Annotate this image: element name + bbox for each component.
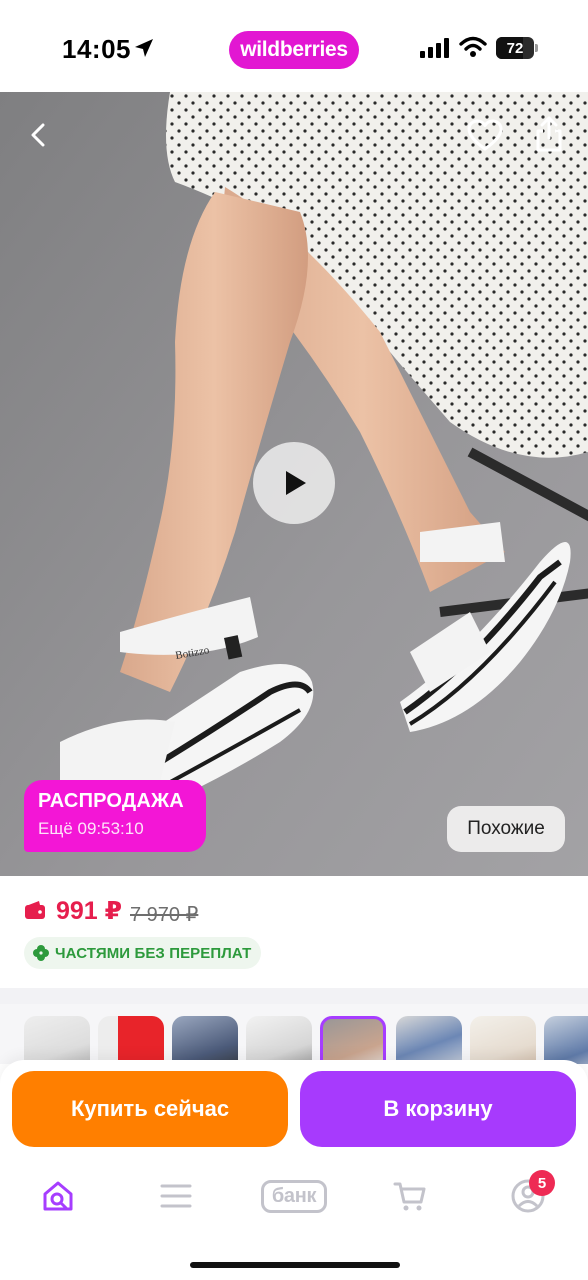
share-icon (536, 116, 562, 152)
sale-title: РАСПРОДАЖА (38, 790, 184, 812)
battery-icon: 72 (496, 37, 538, 59)
thumbnail-active[interactable] (320, 1016, 386, 1064)
back-icon (31, 123, 45, 147)
menu-icon (160, 1184, 192, 1208)
sale-timer: Ещё 09:53:10 (38, 819, 144, 838)
home-search-icon (43, 1181, 73, 1211)
buy-now-button[interactable]: Купить сейчас (12, 1071, 288, 1147)
tab-home[interactable] (26, 1174, 90, 1218)
heart-icon (467, 119, 503, 151)
purchase-action-bar: Купить сейчас В корзину (0, 1060, 588, 1160)
clover-icon (33, 945, 49, 961)
thumbnail[interactable] (172, 1016, 238, 1064)
add-to-cart-button[interactable]: В корзину (300, 1071, 576, 1147)
play-icon (286, 471, 306, 495)
tab-bank[interactable]: банк (254, 1174, 334, 1218)
tab-catalog[interactable] (144, 1174, 208, 1218)
thumbnail[interactable] (396, 1016, 462, 1064)
play-video-button[interactable] (253, 442, 335, 524)
back-button[interactable] (22, 117, 58, 153)
installment-badge[interactable]: ЧАСТЯМИ БЕЗ ПЕРЕПЛАТ (24, 937, 262, 969)
status-bar: 14:05 wildberries 72 (0, 0, 588, 92)
brand-logo: wildberries (229, 31, 359, 69)
product-image[interactable]: Botizzo РАСПРОДАЖА Ещё 09:53:10 Похожие (0, 92, 588, 876)
thumbnail[interactable] (98, 1016, 164, 1064)
similar-button[interactable]: Похожие (447, 806, 565, 852)
thumbnail[interactable] (24, 1016, 90, 1064)
status-time: 14:05 (62, 34, 131, 64)
wallet-icon (25, 901, 45, 919)
thumbnail[interactable] (470, 1016, 536, 1064)
thumbnail-strip[interactable] (0, 1004, 588, 1064)
sale-badge: РАСПРОДАЖА Ещё 09:53:10 (24, 780, 206, 852)
cart-icon (393, 1182, 426, 1211)
share-button[interactable] (530, 114, 568, 154)
battery-level: 72 (506, 39, 524, 57)
thumbnail[interactable] (544, 1016, 588, 1064)
home-indicator (190, 1262, 400, 1268)
section-divider (0, 988, 588, 1004)
wifi-icon (459, 36, 487, 57)
profile-notification-badge: 5 (529, 1170, 555, 1196)
location-arrow-icon (135, 39, 153, 57)
tab-cart[interactable] (378, 1174, 442, 1218)
price-current: 991 ₽ (56, 897, 123, 925)
signal-icon (420, 38, 449, 58)
favorite-button[interactable] (466, 118, 504, 154)
thumbnail[interactable] (246, 1016, 312, 1064)
installment-text: ЧАСТЯМИ БЕЗ ПЕРЕПЛАТ (55, 944, 252, 962)
price-card: 991 ₽ 7 970 ₽ ЧАСТЯМИ БЕЗ ПЕРЕПЛАТ (0, 876, 588, 988)
price-old: 7 970 ₽ (130, 904, 199, 926)
bank-label: банк (260, 1179, 328, 1213)
